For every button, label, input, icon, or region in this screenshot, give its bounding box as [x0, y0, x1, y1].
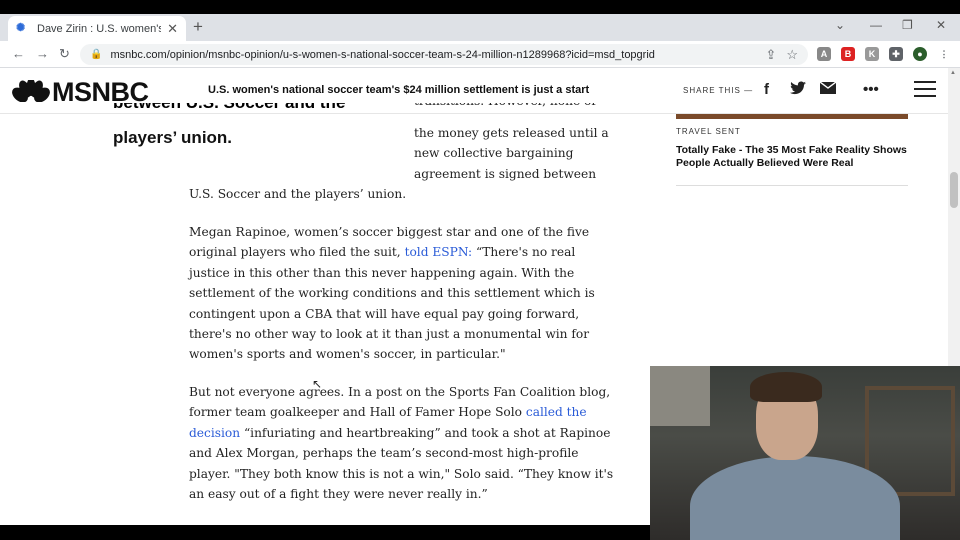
scroll-thumb[interactable] [950, 172, 958, 208]
close-tab-icon[interactable]: ✕ [167, 21, 178, 37]
paragraph-1-end: U.S. Soccer and the players’ union. [189, 187, 407, 201]
forward-icon[interactable]: → [36, 46, 49, 61]
sidebar-divider [676, 185, 908, 186]
url-text[interactable]: msnbc.com/opinion/msnbc-opinion/u-s-wome… [110, 49, 765, 61]
more-icon[interactable]: ••• [863, 81, 879, 98]
sidebar-thumbnail[interactable] [676, 114, 908, 119]
share-label: SHARE THIS — [683, 86, 754, 95]
share-page-icon[interactable]: ⇪ [765, 47, 776, 63]
minimize-icon[interactable]: — [870, 18, 882, 32]
paragraph-solo: But not everyone agrees. In a post on th… [189, 385, 614, 502]
header-article-title: U.S. women's national soccer team's $24 … [208, 84, 590, 96]
browser-menu-icon[interactable]: ⋮ [937, 47, 951, 61]
email-icon[interactable] [819, 81, 837, 98]
bookmark-star-icon[interactable]: ☆ [786, 47, 798, 63]
tab-search-icon[interactable]: ⌄ [835, 18, 845, 32]
msnbc-peacock-icon: ✺ [16, 22, 26, 34]
restore-icon[interactable]: ❐ [902, 18, 913, 32]
lock-icon[interactable]: 🔒 [90, 49, 102, 60]
sidebar-story-link[interactable]: Totally Fake - The 35 Most Fake Reality … [676, 144, 908, 170]
tab-strip: ✺ Dave Zirin : U.S. women's nation ✕ + ⌄… [0, 14, 960, 41]
webcam-person-hair [750, 372, 822, 402]
mouse-cursor-icon: ↖ [312, 377, 323, 391]
extensions-puzzle-icon[interactable]: ✚ [889, 47, 903, 61]
pullquote-cut: between U.S. Soccer and the [113, 103, 373, 115]
facebook-icon[interactable]: f [764, 81, 769, 98]
address-bar: ← → ↻ 🔒 msnbc.com/opinion/msnbc-opinion/… [0, 41, 960, 68]
extension-red-icon[interactable]: B [841, 47, 855, 61]
profile-avatar[interactable]: ● [913, 47, 927, 61]
extension-adblock-icon[interactable]: A [817, 47, 831, 61]
reload-icon[interactable]: ↻ [59, 46, 70, 62]
browser-tab[interactable]: ✺ Dave Zirin : U.S. women's nation ✕ [8, 16, 186, 41]
peacock-icon [12, 79, 50, 106]
twitter-icon[interactable] [790, 81, 806, 99]
tab-title: Dave Zirin : U.S. women's nation [37, 22, 162, 35]
webcam-background-light [650, 366, 710, 426]
paragraph-rapinoe: Megan Rapinoe, women’s soccer biggest st… [189, 225, 595, 362]
close-window-icon[interactable]: ✕ [936, 18, 946, 32]
extension-gray-icon[interactable]: K [865, 47, 879, 61]
float-text-cut: transitions. However, none of [414, 103, 614, 113]
url-omnibox[interactable]: 🔒 msnbc.com/opinion/msnbc-opinion/u-s-wo… [80, 44, 808, 65]
float-text: the money gets released until a new coll… [414, 126, 609, 181]
scroll-up-icon[interactable]: ▲ [950, 70, 956, 76]
webcam-overlay [650, 366, 960, 540]
sidebar-sponsor-tag: TRAVEL SENT [676, 127, 741, 136]
hamburger-menu-icon[interactable] [914, 81, 936, 99]
back-icon[interactable]: ← [12, 46, 25, 61]
told-espn-link[interactable]: told ESPN: [405, 245, 473, 259]
new-tab-button[interactable]: + [193, 17, 203, 37]
pullquote: players’ union. [113, 128, 233, 147]
